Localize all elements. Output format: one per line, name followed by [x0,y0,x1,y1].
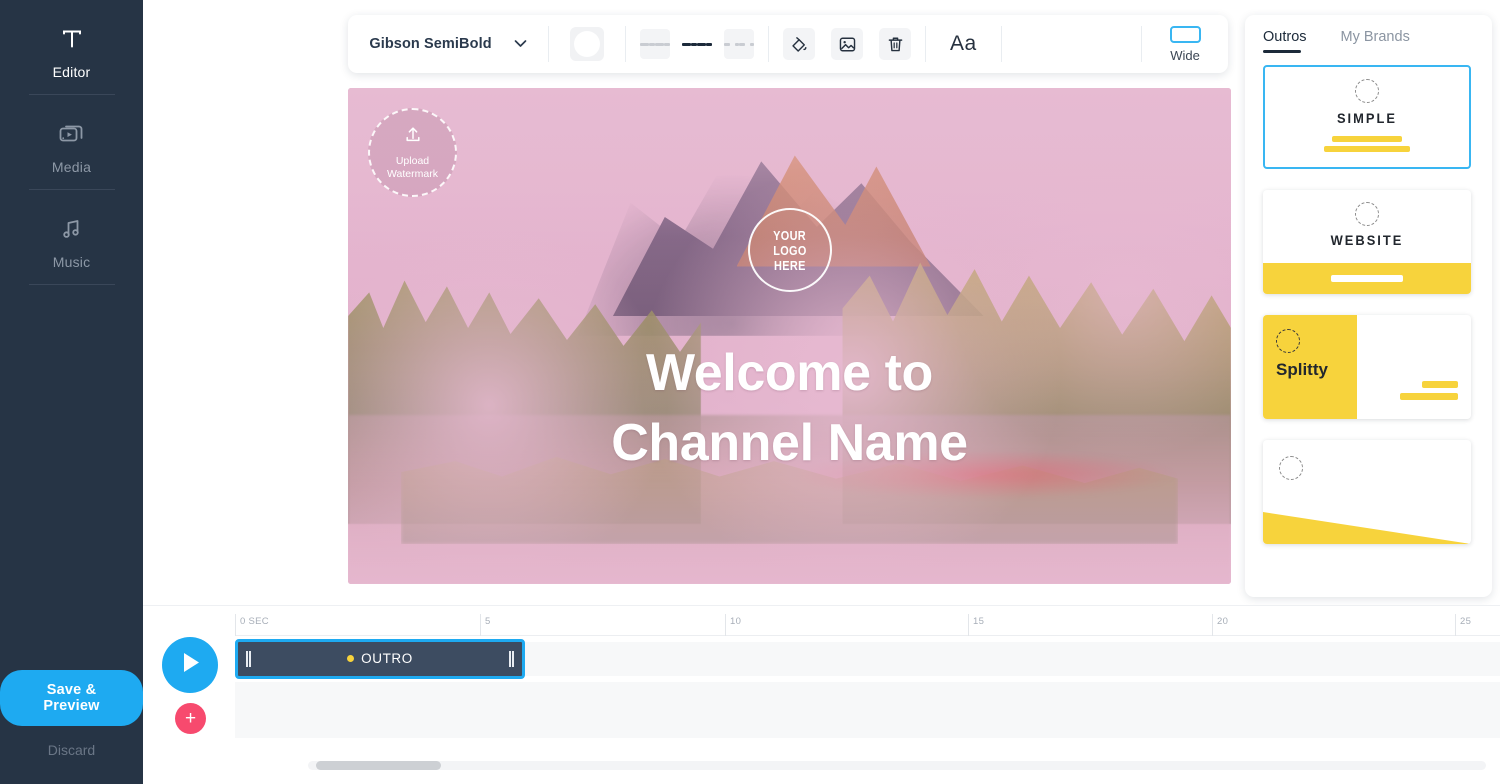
save-and-preview-button[interactable]: Save & Preview [0,670,143,726]
ruler-tick: 20 [1212,614,1228,636]
template-bar [1332,136,1402,142]
left-sidebar: Editor Media Music Save & Preview Discar [0,0,143,784]
logo-line-3: HERE [773,257,806,273]
text-size-button[interactable]: Aa [950,32,977,56]
music-note-icon [0,212,143,246]
chevron-down-icon [514,35,527,53]
templates-panel: Outros My Brands SIMPLE WEBSITE Splitty [1245,15,1492,597]
wide-rectangle-icon [1169,25,1201,43]
ruler-tick-label: 20 [1217,616,1229,627]
text-color-group [549,27,625,61]
timeline-scrollbar-thumb[interactable] [316,761,441,770]
object-actions-group [769,28,925,60]
template-card-4[interactable] [1263,440,1471,544]
sidebar-divider [28,284,115,285]
headline-text[interactable]: Welcome to Channel Name [348,338,1231,478]
add-clip-button[interactable]: + [175,703,206,734]
text-tool-icon [0,22,143,56]
template-card-website[interactable]: WEBSITE [1263,190,1471,294]
ruler-tick: 0 SEC [235,614,269,636]
logo-placeholder-icon [1355,202,1379,226]
ruler-tick: 25 [1455,614,1471,636]
aspect-ratio-label: Wide [1170,47,1200,63]
align-center-icon[interactable] [682,29,712,59]
discard-button[interactable]: Discard [0,742,143,758]
template-bar [1324,146,1410,152]
template-card-simple-label: SIMPLE [1336,110,1398,126]
sidebar-item-music[interactable]: Music [0,190,143,284]
text-align-group [626,29,768,59]
sidebar-actions: Save & Preview Discard [0,670,143,758]
template-list[interactable]: SIMPLE WEBSITE Splitty [1245,53,1492,585]
headline-line-1: Welcome to [646,344,933,402]
text-color-swatch[interactable] [570,27,604,61]
font-family-value: Gibson SemiBold [369,36,492,52]
ruler-tick-label: 0 SEC [240,616,269,627]
ruler-tick-label: 5 [485,616,491,627]
play-icon [179,650,202,680]
color-circle [574,31,600,57]
ruler-tick-label: 25 [1460,616,1472,627]
toolbar-divider [1000,26,1002,62]
font-family-select[interactable]: Gibson SemiBold [348,15,548,73]
editor-stage: Gibson SemiBold Aa Wide Upload Watermark… [143,0,1500,605]
headline-line-2: Channel Name [611,414,968,472]
timeline-ruler: 0 SEC 5 10 15 20 25 [235,614,1500,636]
image-icon[interactable] [831,28,863,60]
sidebar-item-editor-label: Editor [52,64,91,80]
template-bar [1331,275,1403,282]
template-bar [1400,393,1458,400]
template-card-splitty[interactable]: Splitty [1263,315,1471,419]
template-triangle [1263,512,1471,544]
paint-bucket-icon[interactable] [783,28,815,60]
upload-icon [403,125,423,149]
sidebar-item-editor[interactable]: Editor [0,0,143,94]
ruler-tick: 10 [725,614,741,636]
watermark-label-line2: Watermark [387,167,438,180]
timeline-scrollbar[interactable] [308,761,1486,770]
play-button[interactable] [162,637,218,693]
ruler-tick-label: 10 [730,616,742,627]
template-card-website-label: WEBSITE [1330,232,1404,248]
logo-placeholder[interactable]: YOUR LOGO HERE [747,208,832,292]
template-bar [1422,381,1458,388]
logo-placeholder-icon [1276,329,1300,353]
ruler-tick: 5 [480,614,490,636]
tab-outros[interactable]: Outros [1263,29,1307,53]
ruler-tick-label: 15 [973,616,985,627]
background-artwork [348,88,1231,584]
clip-handle-right[interactable] [508,651,515,667]
tab-my-brands[interactable]: My Brands [1341,29,1410,53]
aspect-ratio-wide-button[interactable]: Wide [1142,25,1228,63]
text-toolbar: Gibson SemiBold Aa Wide [348,15,1228,73]
ruler-tick: 15 [968,614,984,636]
panel-tabs: Outros My Brands [1245,15,1492,53]
sidebar-item-media-label: Media [51,159,92,175]
sidebar-item-media[interactable]: Media [0,95,143,189]
align-right-icon[interactable] [724,29,754,59]
logo-placeholder-icon [1279,456,1303,480]
template-card-simple[interactable]: SIMPLE [1263,65,1471,169]
clip-handle-left[interactable] [245,651,252,667]
sidebar-item-music-label: Music [52,254,91,270]
template-card-splitty-label: Splitty [1276,360,1328,379]
watermark-label-line1: Upload [395,154,430,167]
trash-icon[interactable] [879,28,911,60]
upload-watermark-button[interactable]: Upload Watermark [368,108,457,197]
timeline: 0 SEC 5 10 15 20 25 + OUTRO [143,605,1500,784]
media-icon [0,117,143,151]
timeline-clip-outro[interactable]: OUTRO [235,639,525,679]
logo-line-1: YOUR [773,227,806,243]
text-size-group: Aa [926,32,1001,56]
video-preview-canvas[interactable]: Upload Watermark YOUR LOGO HERE Welcome … [348,88,1231,584]
logo-line-2: LOGO [772,242,807,258]
logo-placeholder-icon [1355,79,1379,103]
timeline-track-media[interactable] [235,682,1500,738]
align-left-icon[interactable] [640,29,670,59]
add-clip-label: + [184,708,197,729]
timeline-clip-outro-label: OUTRO [361,651,413,666]
clip-status-dot [347,655,355,663]
